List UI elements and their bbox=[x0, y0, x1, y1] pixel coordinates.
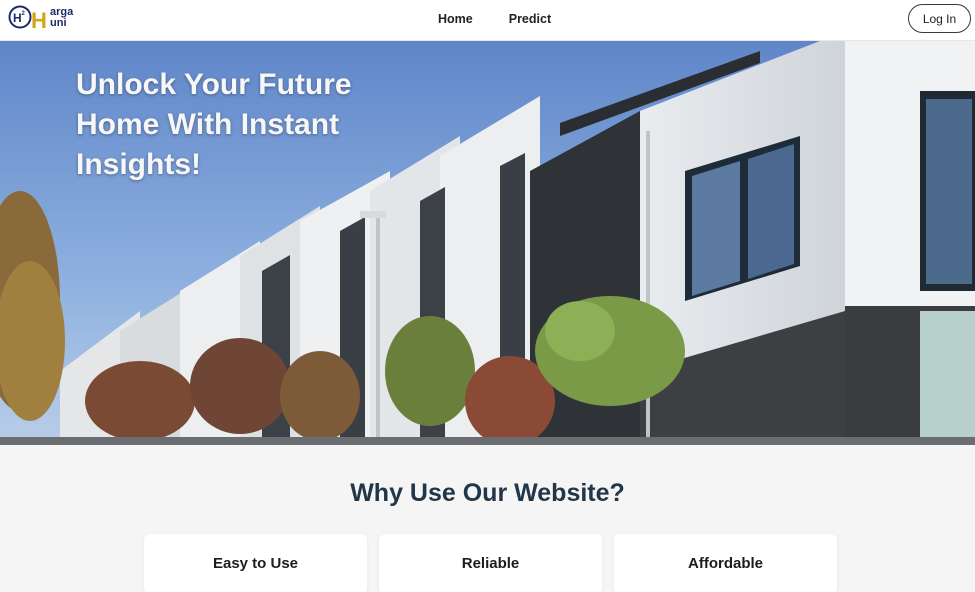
why-title: Why Use Our Website? bbox=[350, 479, 625, 507]
logo-letter-h: H bbox=[13, 11, 22, 25]
feature-card-easy: Easy to Use bbox=[144, 534, 367, 592]
hero-title: Unlock Your Future Home With Instant Ins… bbox=[76, 68, 352, 181]
why-section: Why Use Our Website? Easy to Use Reliabl… bbox=[0, 445, 975, 592]
feature-card-title: Easy to Use bbox=[212, 555, 299, 572]
brand-logo[interactable]: H 2 H arga uni bbox=[7, 4, 79, 32]
feature-card-title: Affordable bbox=[688, 555, 763, 572]
logo-word-2: uni bbox=[50, 17, 67, 29]
feature-card-title: Reliable bbox=[461, 555, 520, 572]
logo-big-h: H bbox=[31, 8, 47, 32]
login-button[interactable]: Log In bbox=[908, 4, 971, 33]
main-nav: Home Predict bbox=[438, 12, 551, 26]
hero-section: Unlock Your Future Home With Instant Ins… bbox=[0, 41, 975, 445]
nav-link-predict[interactable]: Predict bbox=[509, 12, 551, 26]
navbar: H 2 H arga uni Home Predict Log In bbox=[0, 0, 975, 41]
feature-card-reliable: Reliable bbox=[379, 534, 602, 592]
nav-link-home[interactable]: Home bbox=[438, 12, 473, 26]
logo-superscript: 2 bbox=[22, 11, 26, 17]
feature-card-affordable: Affordable bbox=[614, 534, 837, 592]
